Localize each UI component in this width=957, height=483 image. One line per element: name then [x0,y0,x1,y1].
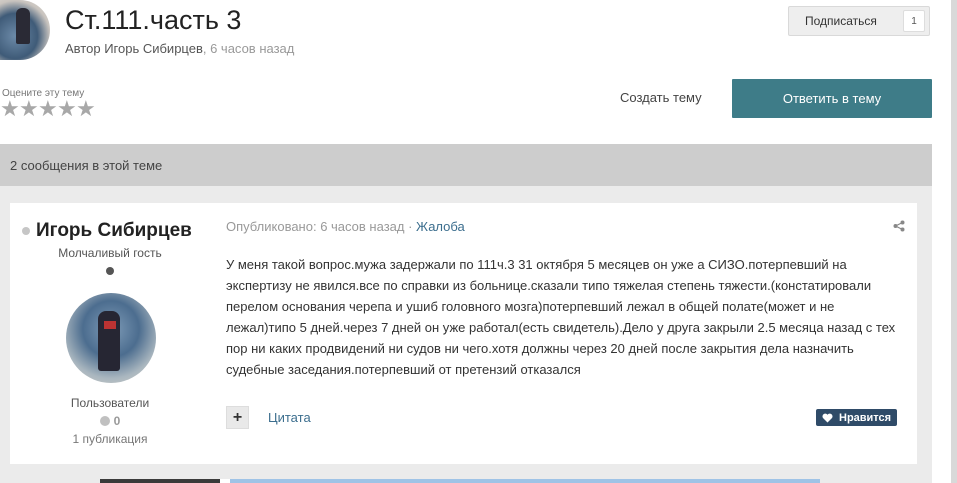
post-card: Игорь Сибирцев Молчаливый гость Пользова… [10,203,917,464]
rating-stars[interactable]: ★ ★ ★ ★ ★ [0,99,96,121]
author-group: Молчаливый гость [58,246,162,260]
next-post-preview [100,479,820,483]
multiquote-button[interactable]: + [226,406,249,429]
star-icon[interactable]: ★ [19,99,39,121]
messages-count-bar: 2 сообщения в этой теме [0,144,932,186]
rank-icon [106,267,114,275]
reputation-badge: 0 [10,414,210,428]
byline-author-link[interactable]: Игорь Сибирцев [104,41,203,56]
subscriber-count: 1 [903,10,925,32]
star-icon[interactable]: ★ [38,99,58,121]
reputation-icon [99,416,110,426]
star-icon[interactable]: ★ [0,99,20,121]
post-author-link[interactable]: Игорь Сибирцев [36,220,192,242]
like-label: Нравится [839,411,892,424]
page-title: Ст.111.часть 3 [65,5,242,35]
share-icon-graphic [893,220,905,232]
publication-count: 1 публикация [72,432,148,446]
post-author: Игорь Сибирцев [22,220,192,242]
byline-time: , 6 часов назад [202,41,295,56]
meta-separator: · [404,219,417,234]
byline-prefix: Автор [65,41,101,56]
reply-button[interactable]: Ответить в тему [732,79,932,118]
like-button[interactable]: Нравится [816,409,898,426]
subscribe-button[interactable]: Подписаться 1 [788,6,930,36]
create-topic-link[interactable]: Создать тему [620,90,702,105]
star-icon[interactable]: ★ [76,99,96,121]
heart-icon [822,413,833,422]
post-author-avatar[interactable] [66,293,156,383]
report-link[interactable]: Жалоба [416,219,465,234]
author-role: Пользователи [70,396,150,410]
post-container: Игорь Сибирцев Молчаливый гость Пользова… [0,186,932,483]
reputation-value: 0 [113,414,121,428]
topic-author-avatar[interactable] [0,0,50,60]
post-body: У меня такой вопрос.мужа задержали по 11… [226,257,896,377]
published-time[interactable]: Опубликовано: 6 часов назад [226,219,404,234]
post-meta: Опубликовано: 6 часов назад · Жалоба [226,219,465,234]
quote-link[interactable]: Цитата [268,410,311,425]
share-icon[interactable] [893,220,907,234]
online-status-icon [22,227,30,235]
subscribe-label: Подписаться [805,14,877,28]
topic-byline: Автор Игорь Сибирцев, 6 часов назад [65,41,294,56]
star-icon[interactable]: ★ [57,99,77,121]
scrollbar[interactable] [951,0,957,483]
